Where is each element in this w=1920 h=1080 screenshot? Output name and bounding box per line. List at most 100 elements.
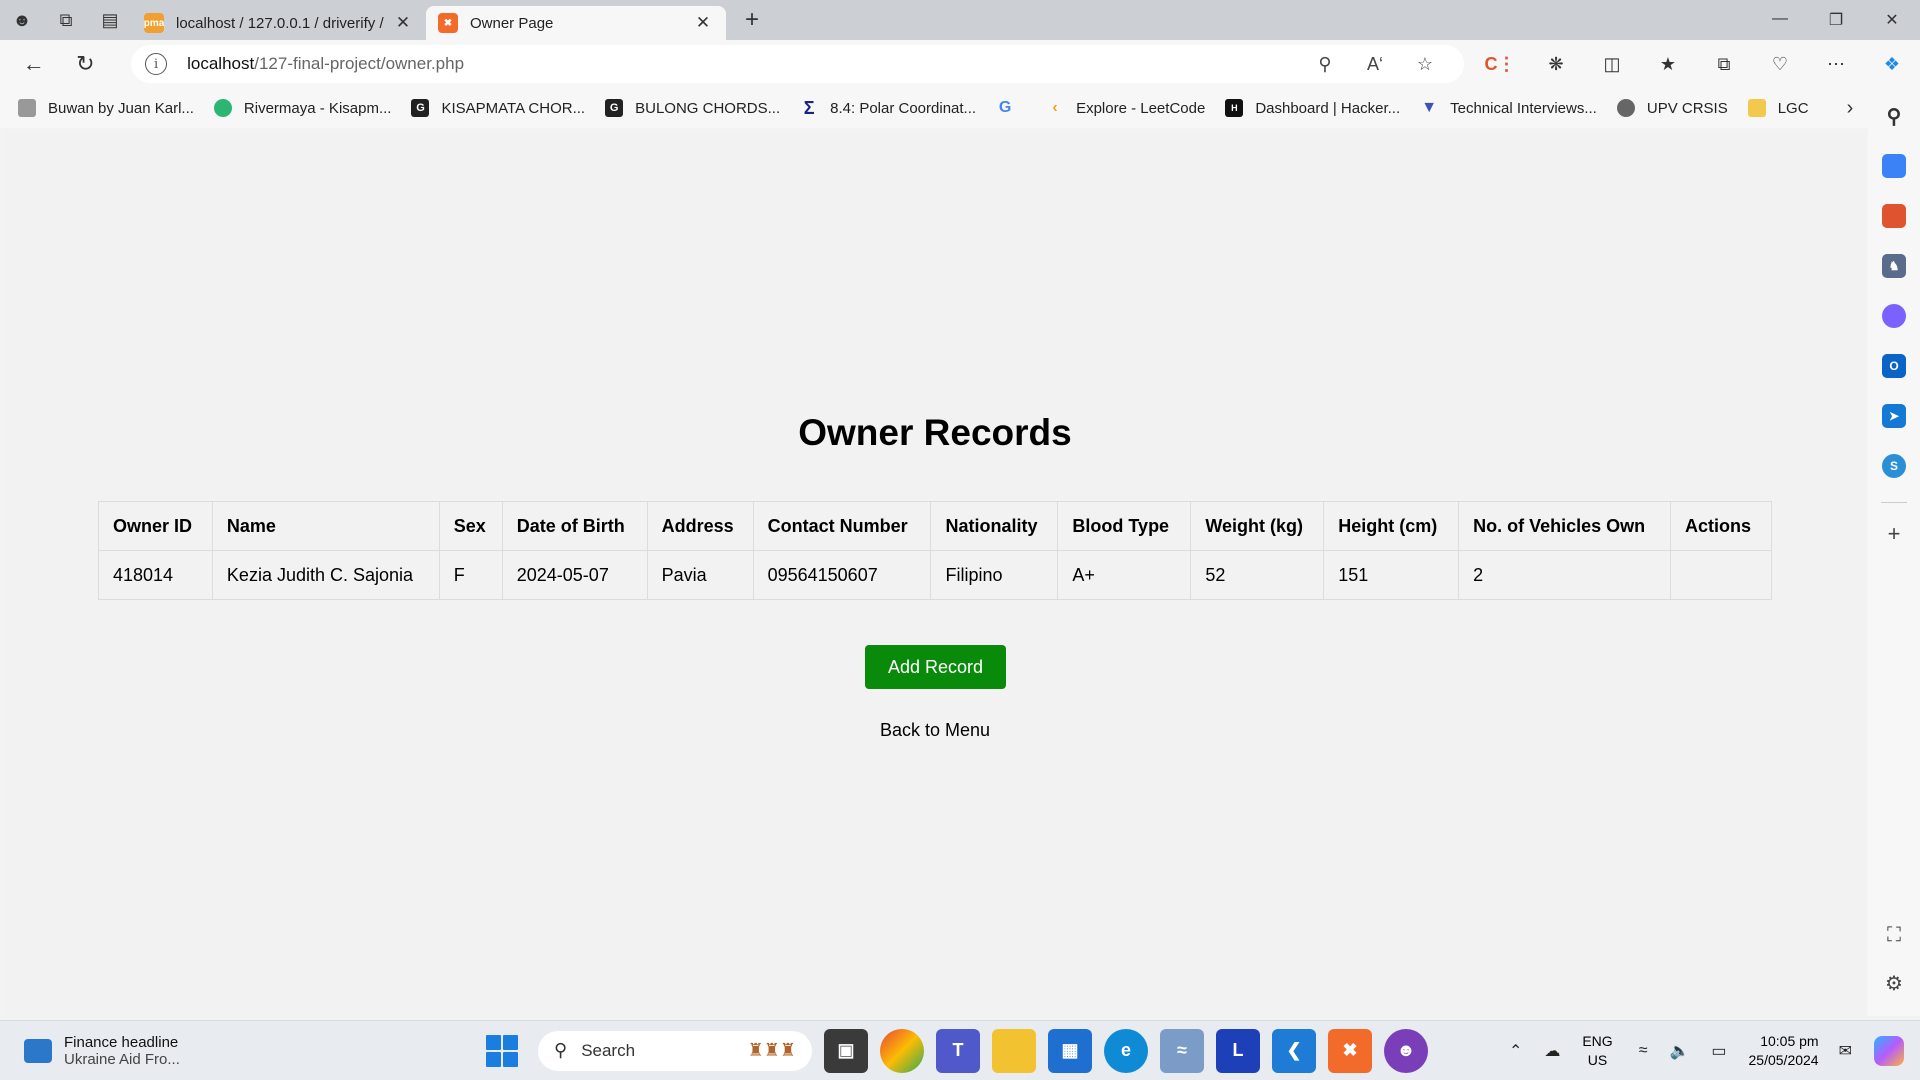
split-screen-icon[interactable]: ◫ xyxy=(1584,54,1640,75)
close-icon[interactable]: ✕ xyxy=(392,13,414,33)
xampp-icon[interactable]: ✖ xyxy=(1328,1028,1372,1073)
screenshot-icon[interactable]: ⛶ xyxy=(1887,924,1901,947)
store-icon[interactable]: ▦ xyxy=(1048,1028,1092,1073)
favorite-item[interactable]: Buwan by Juan Karl... xyxy=(18,99,194,117)
workspaces-icon[interactable]: ⧉ xyxy=(44,0,88,40)
battery-icon[interactable]: ▭ xyxy=(1711,1041,1726,1061)
start-button[interactable] xyxy=(486,1034,518,1067)
search-icon: ⚲ xyxy=(554,1040,568,1060)
favorite-item[interactable]: G xyxy=(996,99,1026,117)
browser-essentials-icon[interactable]: ♡ xyxy=(1752,54,1808,75)
l-app-icon[interactable]: L xyxy=(1216,1028,1260,1073)
language-code: ENG xyxy=(1582,1032,1613,1049)
toolbox-icon[interactable] xyxy=(1882,204,1906,228)
favorite-label: BULONG CHORDS... xyxy=(635,99,781,117)
bookmark-icon xyxy=(213,99,232,117)
cell-blood-type: A+ xyxy=(1057,550,1192,600)
xampp-icon: ✖ xyxy=(438,13,458,33)
leetcode-icon: ‹ xyxy=(1052,99,1058,116)
more-menu-icon[interactable]: ⋯ xyxy=(1808,54,1864,75)
wifi-icon[interactable]: ≈ xyxy=(1639,1042,1648,1060)
favorite-item[interactable]: ▼ Technical Interviews... xyxy=(1420,99,1597,117)
send-icon[interactable]: ➤ xyxy=(1882,404,1906,428)
copilot-icon[interactable]: ❖ xyxy=(1864,54,1920,75)
favorite-item[interactable]: Σ 8.4: Polar Coordinat... xyxy=(800,97,977,118)
favorite-item[interactable]: G KISAPMATA CHOR... xyxy=(411,99,585,117)
url-text[interactable]: localhost/127-final-project/owner.php xyxy=(187,54,1300,74)
profile-icon[interactable]: ☻ xyxy=(0,0,44,40)
cell-nationality: Filipino xyxy=(930,550,1059,600)
shopping-tag-icon[interactable] xyxy=(1882,154,1906,178)
favorite-item[interactable]: Rivermaya - Kisapm... xyxy=(213,99,391,117)
language-indicator[interactable]: ENG US xyxy=(1582,1032,1612,1070)
clock[interactable]: 10:05 pm 25/05/2024 xyxy=(1749,1032,1819,1070)
tab-owner-page[interactable]: ✖ Owner Page ✕ xyxy=(426,6,726,40)
sigma-icon: Σ xyxy=(803,97,815,118)
refresh-icon[interactable]: ↻ xyxy=(60,51,112,77)
favorite-label: 8.4: Polar Coordinat... xyxy=(830,99,977,117)
cell-address: Pavia xyxy=(646,550,754,600)
performance-monitor-icon[interactable]: ≈ xyxy=(1160,1028,1204,1073)
settings-gear-icon[interactable]: ⚙ xyxy=(1885,971,1903,996)
favorite-label: Explore - LeetCode xyxy=(1076,99,1206,117)
browser-title-bar: ☻ ⧉ ▤ pma localhost / 127.0.0.1 / driver… xyxy=(0,0,1920,40)
taskbar-search[interactable]: ⚲ Search ♜♜♜ xyxy=(538,1030,812,1071)
copilot-taskbar-icon[interactable] xyxy=(1874,1035,1904,1066)
edge-sidebar: ⚲ ♞ O ➤ S + ⛶ ⚙ xyxy=(1868,88,1920,1016)
taskbar: Finance headline Ukraine Aid Fro... ⚲ Se… xyxy=(0,1020,1920,1080)
phpmyadmin-icon: pma xyxy=(144,13,164,33)
minimize-icon[interactable]: — xyxy=(1752,10,1808,30)
chevron-right-icon[interactable]: › xyxy=(1830,97,1870,120)
column-header: Contact Number xyxy=(752,501,932,551)
games-icon[interactable]: ♞ xyxy=(1882,254,1906,278)
favorite-item[interactable]: UPV CRSIS xyxy=(1616,99,1728,117)
vscode-icon[interactable]: ❮ xyxy=(1272,1028,1316,1073)
tab-phpmyadmin[interactable]: pma localhost / 127.0.0.1 / driverify / … xyxy=(132,6,426,40)
url-host: localhost xyxy=(187,54,255,73)
onedrive-cloud-icon[interactable]: ☁ xyxy=(1544,1041,1560,1061)
notifications-bell-icon[interactable]: ✉ xyxy=(1839,1041,1852,1061)
news-widget[interactable]: Finance headline Ukraine Aid Fro... xyxy=(24,1034,180,1068)
file-explorer-icon[interactable] xyxy=(992,1028,1036,1073)
volume-icon[interactable]: 🔈 xyxy=(1669,1041,1689,1061)
back-arrow-icon[interactable]: ← xyxy=(8,51,60,77)
github-icon[interactable]: ☻ xyxy=(1384,1028,1428,1073)
close-window-icon[interactable]: ✕ xyxy=(1864,10,1920,30)
favorite-item[interactable]: G BULONG CHORDS... xyxy=(605,99,780,117)
favorite-item[interactable]: H Dashboard | Hacker... xyxy=(1225,99,1400,117)
edge-icon[interactable]: e xyxy=(1104,1028,1148,1073)
column-header: Address xyxy=(646,501,754,551)
search-icon[interactable]: ⚲ xyxy=(1882,104,1906,128)
site-info-icon[interactable]: i xyxy=(145,53,168,75)
microsoft365-icon[interactable] xyxy=(1882,304,1906,328)
read-aloud-icon[interactable]: A‘ xyxy=(1350,54,1400,75)
skype-icon[interactable]: S xyxy=(1882,454,1906,478)
new-tab-button[interactable]: + xyxy=(730,6,774,34)
keyboard-region: US xyxy=(1587,1051,1608,1068)
restore-icon[interactable]: ❐ xyxy=(1808,10,1864,30)
favorite-star-icon[interactable]: ☆ xyxy=(1400,54,1450,75)
add-icon[interactable]: + xyxy=(1888,521,1901,547)
tab-actions-icon[interactable]: ▤ xyxy=(88,0,132,40)
favorite-folder[interactable]: LGC xyxy=(1747,99,1809,117)
extensions-icon[interactable]: ❋ xyxy=(1528,54,1584,75)
extension-c-icon[interactable]: C⋮ xyxy=(1472,54,1528,75)
close-icon[interactable]: ✕ xyxy=(692,13,714,33)
url-path: /127-final-project/owner.php xyxy=(254,54,465,73)
outlook-icon[interactable]: O xyxy=(1882,354,1906,378)
add-record-button[interactable]: Add Record xyxy=(865,645,1006,689)
chrome-icon[interactable] xyxy=(880,1028,924,1073)
teams-icon[interactable]: T xyxy=(936,1028,980,1073)
clock-date: 25/05/2024 xyxy=(1748,1051,1819,1068)
chevron-up-icon[interactable]: ⌃ xyxy=(1509,1041,1522,1061)
favorites-icon[interactable]: ★ xyxy=(1640,54,1696,75)
task-view-icon[interactable]: ▣ xyxy=(824,1028,868,1073)
favorite-item[interactable]: ‹ Explore - LeetCode xyxy=(1046,99,1205,117)
column-header: Sex xyxy=(438,501,503,551)
back-to-menu-link[interactable]: Back to Menu xyxy=(4,720,1866,741)
address-bar[interactable]: i localhost/127-final-project/owner.php … xyxy=(131,45,1464,83)
collections-icon[interactable]: ⧉ xyxy=(1696,54,1752,75)
cell-weight: 52 xyxy=(1190,550,1325,600)
hackerrank-icon: H xyxy=(1225,99,1244,117)
zoom-icon[interactable]: ⚲ xyxy=(1300,54,1350,75)
